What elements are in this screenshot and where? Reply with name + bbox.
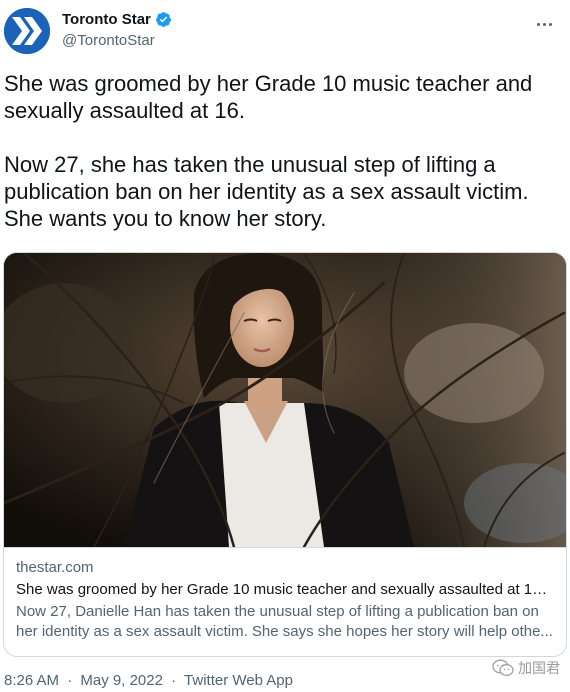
tweet-date[interactable]: May 9, 2022 xyxy=(80,672,163,689)
tweet-time[interactable]: 8:26 AM xyxy=(4,672,59,689)
watermark: 加国君 xyxy=(492,658,560,678)
watermark-text: 加国君 xyxy=(518,660,560,676)
card-title: She was groomed by her Grade 10 music te… xyxy=(16,581,554,598)
card-image[interactable] xyxy=(4,253,566,547)
toronto-star-logo-icon xyxy=(4,8,50,54)
meta-separator: · xyxy=(171,672,177,689)
card-domain: thestar.com xyxy=(16,559,94,576)
wechat-icon xyxy=(492,659,514,676)
link-card[interactable]: thestar.com She was groomed by her Grade… xyxy=(3,252,567,657)
tweet-header: Toronto Star @TorontoStar xyxy=(0,0,570,60)
tweet-text: She was groomed by her Grade 10 music te… xyxy=(4,70,564,232)
tweet-source[interactable]: Twitter Web App xyxy=(184,672,293,689)
avatar[interactable] xyxy=(4,8,50,54)
tweet-paragraph: She was groomed by her Grade 10 music te… xyxy=(4,71,533,123)
card-description: Now 27, Danielle Han has taken the unusu… xyxy=(16,603,553,640)
more-horizontal-icon[interactable] xyxy=(532,12,556,36)
verified-badge-icon xyxy=(155,12,171,27)
tweet-paragraph: Now 27, she has taken the unusual step o… xyxy=(4,152,529,231)
card-info[interactable]: thestar.com She was groomed by her Grade… xyxy=(4,547,566,656)
article-photo xyxy=(4,253,566,547)
display-name[interactable]: Toronto Star xyxy=(62,11,151,28)
name-row: Toronto Star xyxy=(62,11,172,28)
meta-separator: · xyxy=(67,672,73,689)
handle[interactable]: @TorontoStar xyxy=(62,32,155,49)
tweet-meta: 8:26 AM · May 9, 2022 · Twitter Web App xyxy=(4,672,293,689)
